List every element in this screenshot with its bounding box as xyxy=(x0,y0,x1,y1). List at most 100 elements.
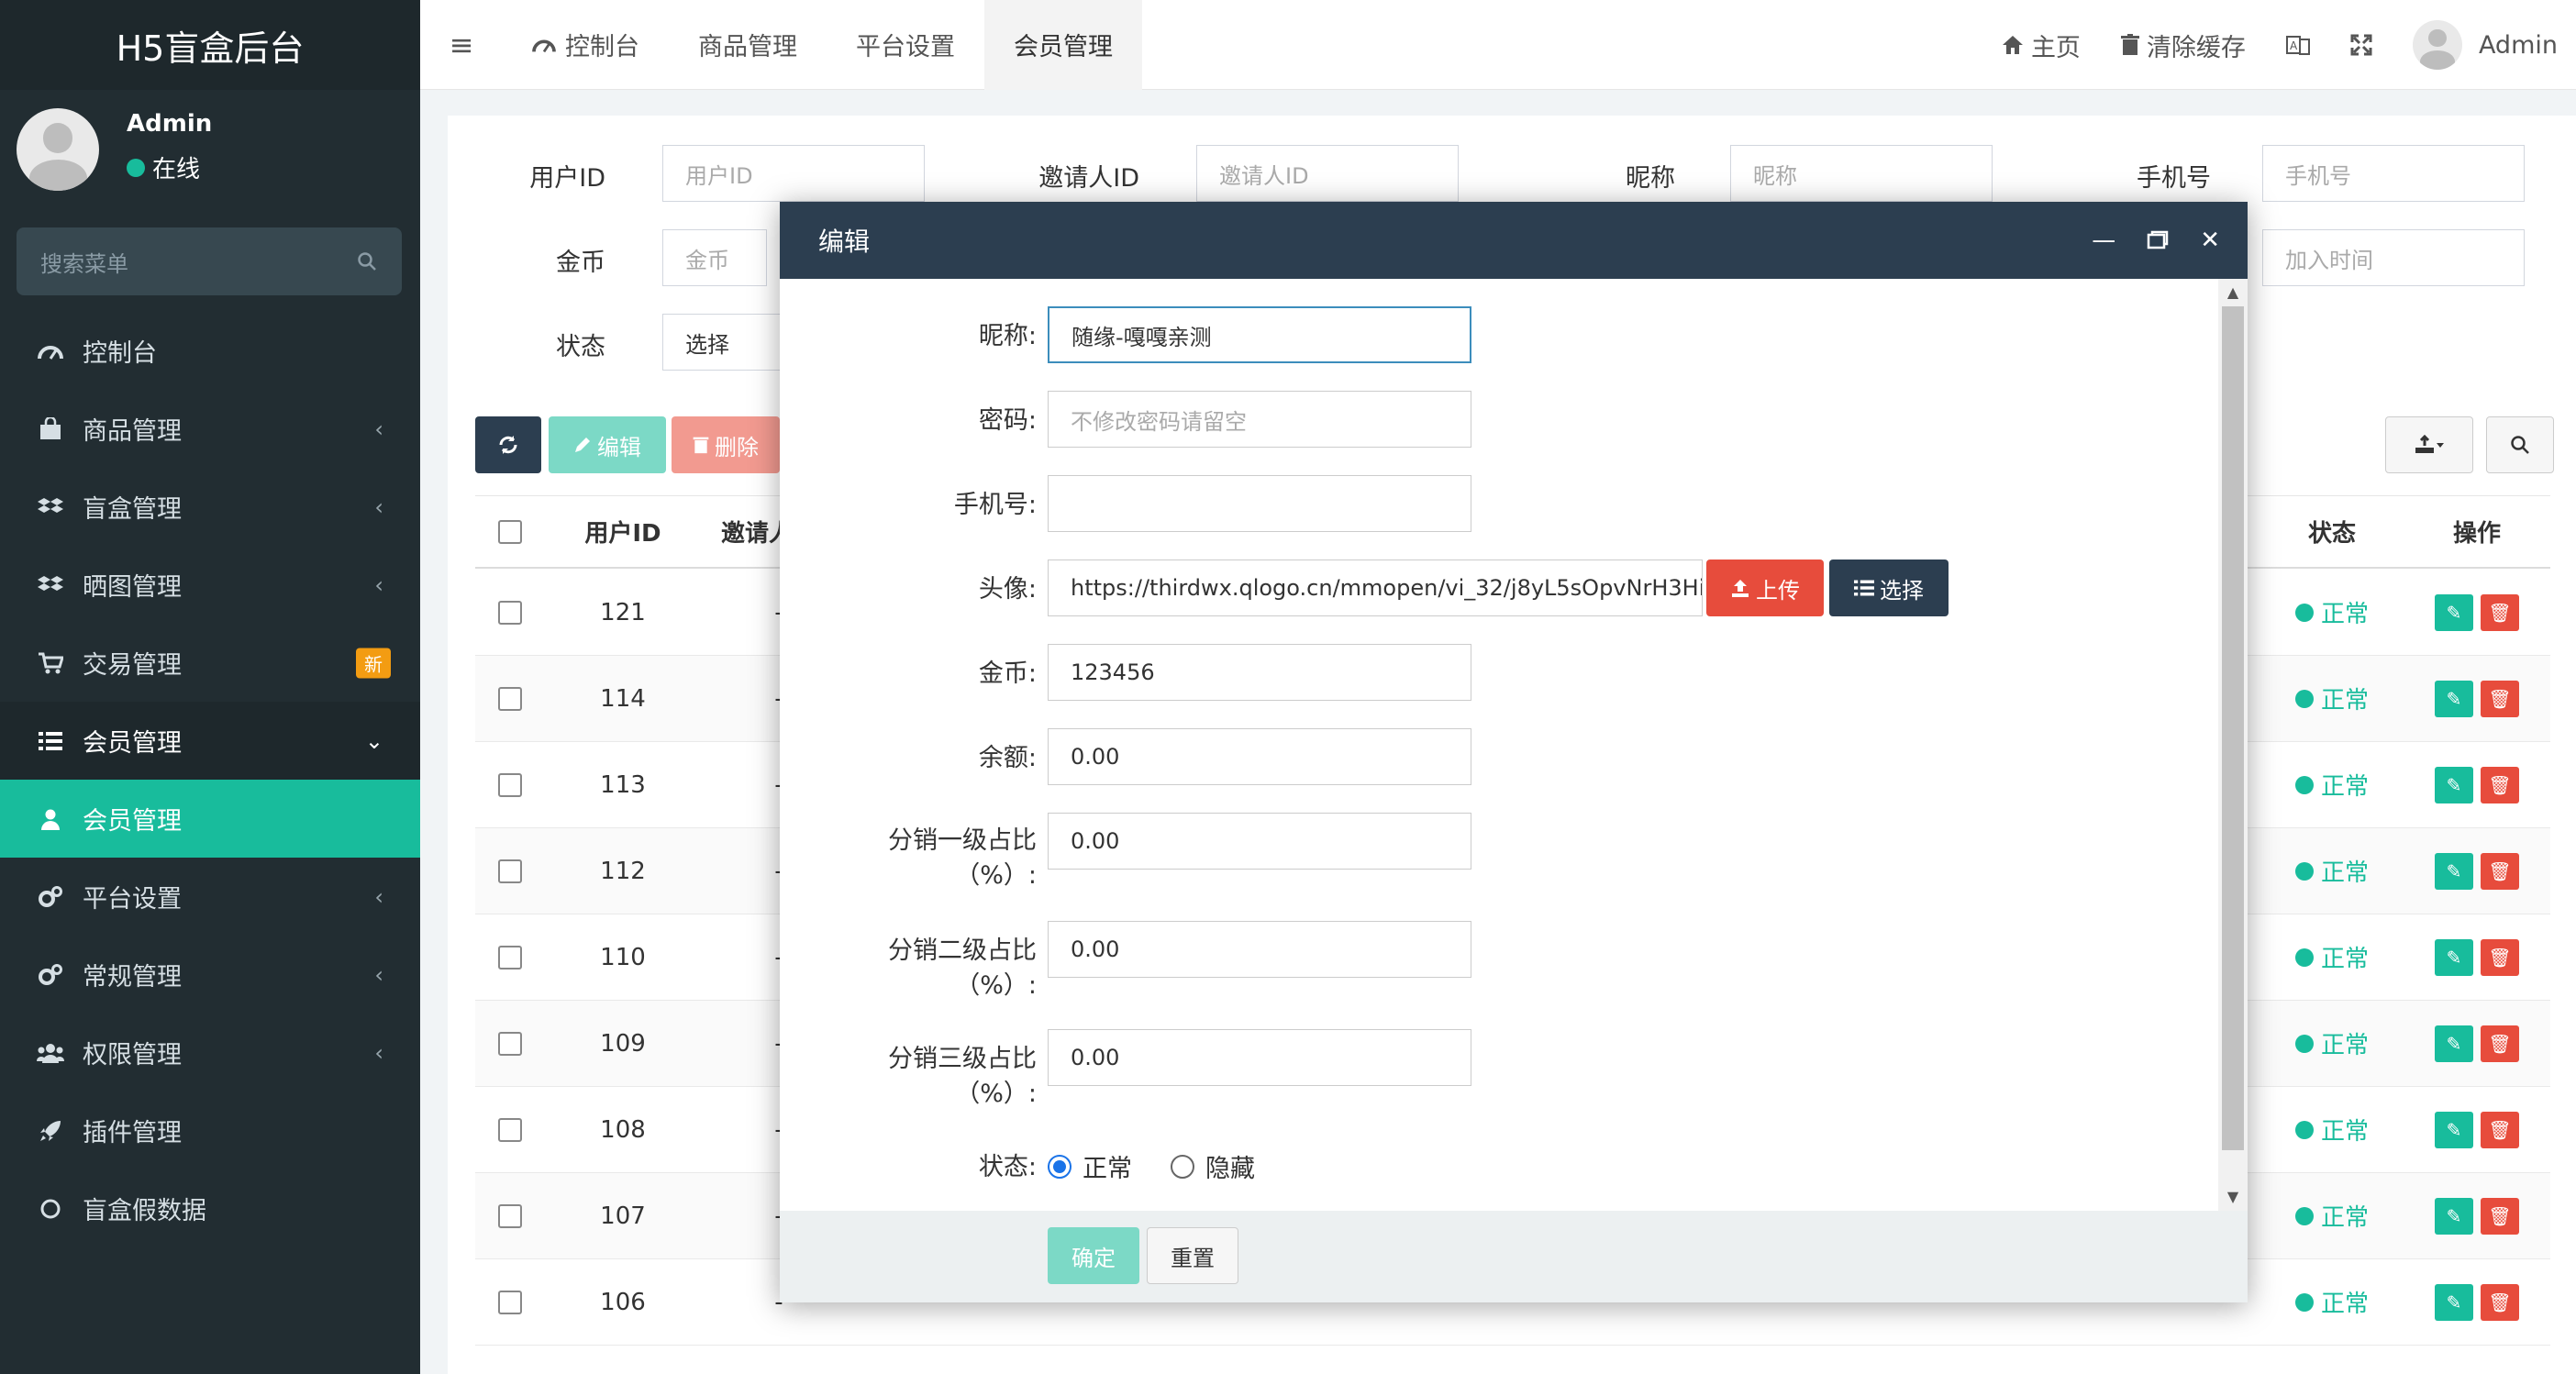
row-delete-button[interactable]: 🗑 xyxy=(2481,938,2519,976)
chevron-left-icon: ‹ xyxy=(374,416,383,442)
balance-label: 余额: xyxy=(978,744,1037,772)
avatar-url-input[interactable]: https://thirdwx.qlogo.cn/mmopen/vi_32/j8… xyxy=(1048,560,1703,616)
sidebar-item-auth[interactable]: 权限管理 ‹ xyxy=(0,1014,420,1091)
filter-status-select[interactable]: 选择 xyxy=(662,314,782,371)
row-delete-button[interactable]: 🗑 xyxy=(2481,1111,2519,1148)
sidebar-item-photos[interactable]: 晒图管理 ‹ xyxy=(0,546,420,624)
row-delete-button[interactable]: 🗑 xyxy=(2481,1197,2519,1235)
sidebar-item-blindbox[interactable]: 盲盒管理 ‹ xyxy=(0,468,420,546)
user-panel: Admin 在线 xyxy=(0,90,420,215)
edit-button[interactable]: 编辑 xyxy=(549,416,666,473)
row-delete-button[interactable]: 🗑 xyxy=(2481,1025,2519,1062)
sidebar-item-fake-data[interactable]: 盲盒假数据 xyxy=(0,1169,420,1247)
tab-members[interactable]: 会员管理 xyxy=(984,0,1142,90)
fullscreen-icon[interactable] xyxy=(2350,34,2372,56)
row-edit-button[interactable]: ✎ xyxy=(2435,1025,2473,1062)
filter-coin-input[interactable]: 金币 xyxy=(662,229,767,286)
sidebar-item-label: 交易管理 xyxy=(83,651,182,680)
row-checkbox[interactable] xyxy=(498,686,522,711)
delete-button[interactable]: 删除 xyxy=(672,416,780,473)
sidebar-item-dashboard[interactable]: 控制台 xyxy=(0,312,420,390)
close-icon[interactable]: ✕ xyxy=(2200,227,2220,254)
row-checkbox[interactable] xyxy=(498,859,522,883)
password-input[interactable]: 不修改密码请留空 xyxy=(1048,391,1471,448)
row-edit-button[interactable]: ✎ xyxy=(2435,766,2473,803)
home-icon xyxy=(2002,36,2023,54)
col-user-id[interactable]: 用户ID xyxy=(545,496,701,567)
refresh-button[interactable] xyxy=(475,416,541,473)
menu-search-input[interactable]: 搜索菜单 xyxy=(17,227,402,295)
filter-nickname-input[interactable]: 昵称 xyxy=(1730,145,1993,202)
row-checkbox[interactable] xyxy=(498,945,522,970)
row-delete-button[interactable]: 🗑 xyxy=(2481,852,2519,890)
row-edit-button[interactable]: ✎ xyxy=(2435,1197,2473,1235)
admin-name: Admin xyxy=(2478,30,2558,60)
sidebar-item-goods[interactable]: 商品管理 ‹ xyxy=(0,390,420,468)
modal-scrollbar[interactable]: ▲ ▼ xyxy=(2218,279,2248,1211)
row-delete-button[interactable]: 🗑 xyxy=(2481,1283,2519,1321)
phone-input[interactable] xyxy=(1048,475,1471,532)
avatar xyxy=(2412,20,2462,70)
row-checkbox[interactable] xyxy=(498,600,522,625)
row-user-id: 110 xyxy=(600,943,646,971)
clear-cache-button[interactable]: 清除缓存 xyxy=(2120,28,2246,63)
scroll-up-icon[interactable]: ▲ xyxy=(2218,281,2248,303)
level2-ratio-input[interactable]: 0.00 xyxy=(1048,921,1471,978)
filter-jointime-input[interactable]: 加入时间 xyxy=(2262,229,2525,286)
dashboard-icon xyxy=(532,39,556,52)
balance-input[interactable]: 0.00 xyxy=(1048,728,1471,785)
row-delete-button[interactable]: 🗑 xyxy=(2481,593,2519,631)
row-edit-button[interactable]: ✎ xyxy=(2435,938,2473,976)
translate-icon[interactable]: A xyxy=(2285,34,2310,56)
row-delete-button[interactable]: 🗑 xyxy=(2481,766,2519,803)
select-all-checkbox[interactable] xyxy=(498,519,522,544)
export-dropdown-button[interactable] xyxy=(2385,416,2473,473)
row-delete-button[interactable]: 🗑 xyxy=(2481,680,2519,717)
search-toggle-button[interactable] xyxy=(2486,416,2554,473)
scroll-thumb[interactable] xyxy=(2222,306,2244,1150)
sidebar-item-general[interactable]: 常规管理 ‹ xyxy=(0,936,420,1014)
nickname-input[interactable]: 随缘-嘎嘎亲测 xyxy=(1048,306,1471,363)
status-normal-radio[interactable] xyxy=(1048,1154,1071,1179)
coin-input[interactable]: 123456 xyxy=(1048,644,1471,701)
filter-inviter-input[interactable]: 邀请人ID xyxy=(1196,145,1459,202)
row-checkbox[interactable] xyxy=(498,1203,522,1228)
row-checkbox[interactable] xyxy=(498,1117,522,1142)
filter-phone-input[interactable]: 手机号 xyxy=(2262,145,2525,202)
row-checkbox[interactable] xyxy=(498,1031,522,1056)
maximize-icon[interactable] xyxy=(2147,230,2169,250)
choose-button[interactable]: 选择 xyxy=(1829,560,1949,616)
row-checkbox[interactable] xyxy=(498,1290,522,1314)
status-hidden-radio[interactable] xyxy=(1171,1154,1194,1179)
row-edit-button[interactable]: ✎ xyxy=(2435,1111,2473,1148)
row-user-id: 114 xyxy=(600,684,646,713)
home-link[interactable]: 主页 xyxy=(2002,28,2081,63)
hamburger-menu-icon[interactable]: ≡ xyxy=(420,0,503,90)
filter-user-id-input[interactable]: 用户ID xyxy=(662,145,925,202)
row-checkbox[interactable] xyxy=(498,772,522,797)
row-edit-button[interactable]: ✎ xyxy=(2435,680,2473,717)
minimize-icon[interactable]: — xyxy=(2092,227,2115,254)
tab-platform[interactable]: 平台设置 xyxy=(827,0,984,90)
sidebar-item-plugins[interactable]: 插件管理 xyxy=(0,1091,420,1169)
sidebar-item-members[interactable]: 会员管理 xyxy=(0,780,420,858)
status-normal-label[interactable]: 正常 xyxy=(1083,1148,1132,1184)
row-edit-button[interactable]: ✎ xyxy=(2435,593,2473,631)
sidebar-item-platform[interactable]: 平台设置 ‹ xyxy=(0,858,420,936)
brand-title[interactable]: H5盲盒后台 xyxy=(0,0,420,90)
level3-ratio-input[interactable]: 0.00 xyxy=(1048,1029,1471,1086)
row-edit-button[interactable]: ✎ xyxy=(2435,852,2473,890)
filter-phone-label: 手机号 xyxy=(2137,164,2211,193)
sidebar-item-members-group[interactable]: 会员管理 ⌄ xyxy=(0,702,420,780)
status-hidden-label[interactable]: 隐藏 xyxy=(1205,1148,1255,1184)
tab-dashboard[interactable]: 控制台 xyxy=(503,0,669,90)
upload-button[interactable]: 上传 xyxy=(1706,560,1824,616)
confirm-button[interactable]: 确定 xyxy=(1048,1227,1139,1284)
tab-goods[interactable]: 商品管理 xyxy=(669,0,827,90)
level1-ratio-input[interactable]: 0.00 xyxy=(1048,813,1471,870)
scroll-down-icon[interactable]: ▼ xyxy=(2218,1185,2248,1207)
reset-button[interactable]: 重置 xyxy=(1147,1227,1238,1284)
admin-user-menu[interactable]: Admin xyxy=(2412,20,2558,70)
sidebar-item-trade[interactable]: 交易管理 新 xyxy=(0,624,420,702)
row-edit-button[interactable]: ✎ xyxy=(2435,1283,2473,1321)
